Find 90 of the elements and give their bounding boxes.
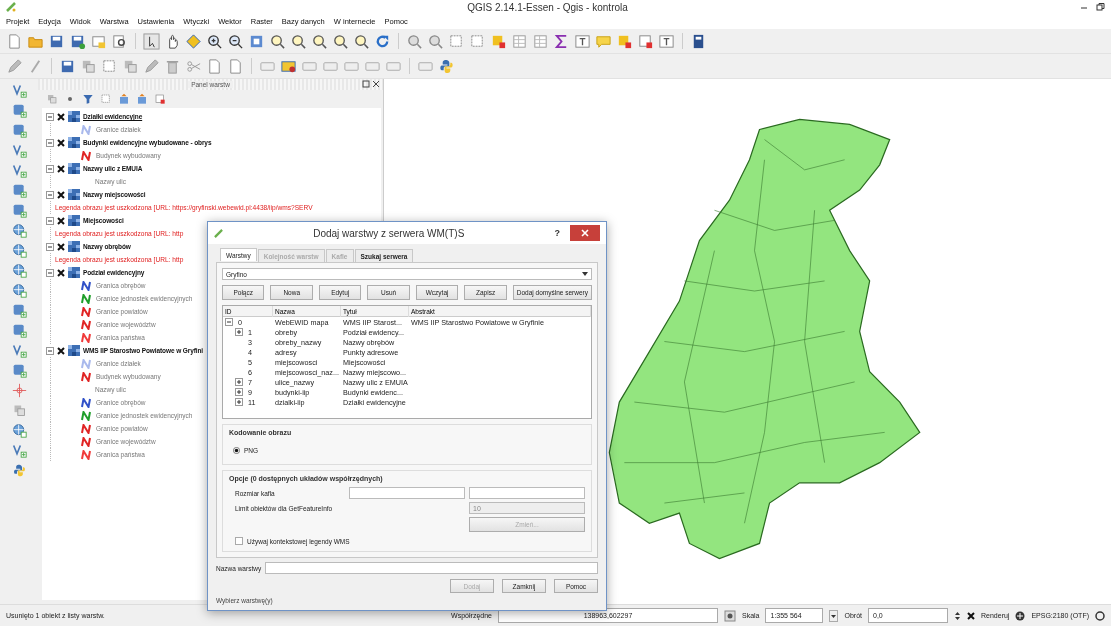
raster-layer-icon bbox=[68, 241, 80, 252]
add-layer-icon[interactable] bbox=[11, 443, 27, 458]
pencil-icon[interactable] bbox=[143, 57, 160, 75]
remove-layer-icon[interactable] bbox=[637, 32, 654, 50]
crs-icon[interactable] bbox=[1015, 610, 1026, 621]
page-icon[interactable] bbox=[6, 32, 23, 50]
caret-icon bbox=[582, 272, 588, 276]
raster-layer-icon bbox=[68, 111, 80, 122]
render-checkbox[interactable] bbox=[967, 611, 975, 620]
restore-icon[interactable] bbox=[1095, 2, 1105, 12]
expand-icon[interactable] bbox=[235, 388, 243, 396]
globe-add-icon[interactable] bbox=[11, 263, 27, 278]
arrow-layers-icon[interactable] bbox=[118, 93, 130, 105]
magnifier-icon[interactable] bbox=[311, 32, 328, 50]
globe-add-icon[interactable] bbox=[11, 423, 27, 438]
raster-layer-icon bbox=[68, 215, 80, 226]
page-icon[interactable] bbox=[227, 57, 244, 75]
info-magnifier-icon[interactable] bbox=[427, 32, 444, 50]
add-layer-icon[interactable] bbox=[11, 183, 27, 198]
add-layer-icon[interactable] bbox=[11, 83, 27, 98]
python-icon[interactable] bbox=[11, 463, 27, 478]
filter-icon[interactable] bbox=[82, 93, 94, 105]
page-icon[interactable] bbox=[206, 57, 223, 75]
magnifier-icon[interactable] bbox=[353, 32, 370, 50]
add-layer-icon[interactable] bbox=[11, 323, 27, 338]
expand-icon[interactable] bbox=[235, 398, 243, 406]
qgis-logo-icon bbox=[214, 228, 223, 238]
table-icon[interactable] bbox=[511, 32, 528, 50]
radio-button[interactable] bbox=[233, 447, 240, 454]
spinner-icon[interactable] bbox=[954, 609, 961, 622]
globe-add-icon[interactable] bbox=[11, 283, 27, 298]
add-layer-icon[interactable] bbox=[11, 303, 27, 318]
close-button[interactable] bbox=[570, 225, 600, 241]
raster-layer-icon bbox=[68, 345, 80, 356]
magnifier-icon[interactable] bbox=[290, 32, 307, 50]
magnifier-icon[interactable] bbox=[332, 32, 349, 50]
float-icon[interactable] bbox=[362, 80, 370, 88]
selection-icon[interactable] bbox=[469, 32, 486, 50]
zoom-out-icon[interactable] bbox=[227, 32, 244, 50]
raster-layer-icon bbox=[68, 163, 80, 174]
selection-icon[interactable] bbox=[101, 57, 118, 75]
expand-icon[interactable] bbox=[235, 328, 243, 336]
add-layer-icon[interactable] bbox=[11, 163, 27, 178]
help-button[interactable]: ? bbox=[554, 228, 560, 238]
add-layer-icon[interactable] bbox=[11, 143, 27, 158]
window-title: QGIS 2.14.1-Essen - Qgis - kontrola bbox=[466, 1, 629, 13]
add-layer-icon[interactable] bbox=[11, 343, 27, 358]
close-icon[interactable] bbox=[372, 80, 380, 88]
raster-layer-icon bbox=[68, 189, 80, 200]
layer-checkbox[interactable] bbox=[57, 268, 65, 277]
dialog-title: Dodaj warstwy z serwera WM(T)S bbox=[312, 227, 466, 239]
input-field[interactable] bbox=[349, 487, 465, 499]
input-field[interactable] bbox=[469, 487, 585, 499]
text-box-icon[interactable] bbox=[658, 32, 675, 50]
selection-icon[interactable] bbox=[100, 93, 112, 105]
arrow-layers-icon[interactable] bbox=[136, 93, 148, 105]
globe-add-icon[interactable] bbox=[11, 223, 27, 238]
pointer-icon[interactable] bbox=[143, 32, 160, 50]
python-icon[interactable] bbox=[438, 57, 455, 75]
dropdown-icon[interactable] bbox=[829, 609, 839, 622]
layer-checkbox[interactable] bbox=[57, 242, 65, 251]
info-magnifier-icon[interactable] bbox=[406, 32, 423, 50]
expand-icon[interactable] bbox=[235, 378, 243, 386]
add-layer-icon[interactable] bbox=[11, 363, 27, 378]
magnifier-icon[interactable] bbox=[269, 32, 286, 50]
qgis-logo-icon bbox=[6, 2, 16, 12]
globe-add-icon[interactable] bbox=[11, 243, 27, 258]
add-layer-icon[interactable] bbox=[11, 203, 27, 218]
zoom-in-icon[interactable] bbox=[206, 32, 223, 50]
layer-checkbox[interactable] bbox=[57, 190, 65, 199]
add-layer-icon[interactable] bbox=[11, 103, 27, 118]
selection-icon[interactable] bbox=[448, 32, 465, 50]
remove-layer-icon[interactable] bbox=[154, 93, 166, 105]
text-box-icon[interactable] bbox=[574, 32, 591, 50]
magnifier-icon[interactable] bbox=[111, 32, 128, 50]
layers-icon[interactable] bbox=[46, 93, 58, 105]
raster-layer-icon bbox=[68, 267, 80, 278]
input-field[interactable] bbox=[265, 562, 598, 574]
layer-checkbox[interactable] bbox=[57, 112, 65, 121]
checkbox[interactable] bbox=[235, 537, 243, 545]
layer-checkbox[interactable] bbox=[57, 216, 65, 225]
pencil-icon[interactable] bbox=[6, 57, 23, 75]
layer-checkbox[interactable] bbox=[57, 164, 65, 173]
layer-checkbox[interactable] bbox=[57, 346, 65, 355]
close-icon bbox=[581, 229, 589, 237]
layer-checkbox[interactable] bbox=[57, 138, 65, 147]
crosshair-icon[interactable] bbox=[11, 383, 27, 398]
add-layer-icon[interactable] bbox=[11, 123, 27, 138]
raster-layer-icon bbox=[68, 137, 80, 148]
collapse-icon[interactable] bbox=[225, 318, 233, 326]
